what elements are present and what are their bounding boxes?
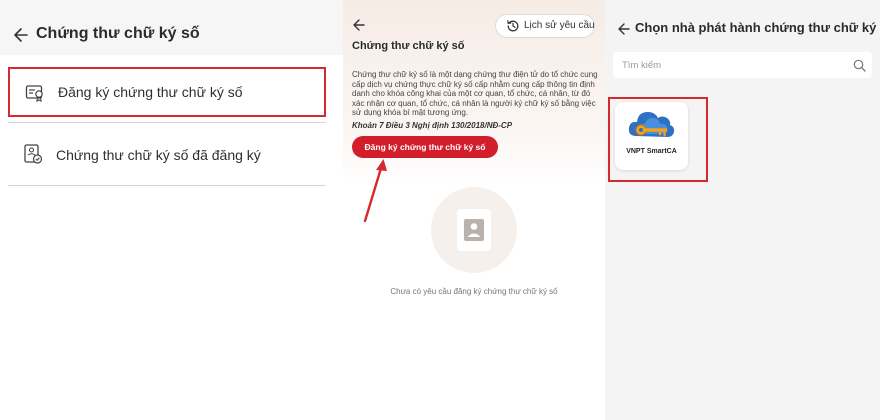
page-title: Chọn nhà phát hành chứng thư chữ ký số bbox=[635, 20, 880, 35]
request-history-label: Lịch sử yêu cầu bbox=[524, 20, 595, 31]
certificate-description: Chứng thư chữ ký số là một dạng chứng th… bbox=[352, 70, 598, 117]
register-certificate-item[interactable]: Đăng ký chứng thư chữ ký số bbox=[8, 67, 326, 117]
back-arrow-icon[interactable] bbox=[352, 17, 366, 33]
search-icon[interactable] bbox=[853, 59, 866, 72]
history-icon bbox=[507, 20, 519, 32]
empty-state-message: Chưa có yêu cầu đăng ký chứng thư chữ ký… bbox=[390, 287, 558, 296]
certificate-icon bbox=[25, 85, 43, 102]
divider bbox=[8, 185, 326, 186]
page-title: Chứng thư chữ ký số bbox=[36, 25, 200, 42]
document-placeholder-icon bbox=[457, 209, 491, 251]
select-provider-screen: Chọn nhà phát hành chứng thư chữ ký số V… bbox=[605, 0, 880, 420]
header: Chứng thư chữ ký số bbox=[0, 0, 343, 55]
registered-certificates-label: Chứng thư chữ ký số đã đăng ký bbox=[56, 147, 261, 163]
register-certificate-label: Đăng ký chứng thư chữ ký số bbox=[58, 84, 243, 100]
back-arrow-icon[interactable] bbox=[617, 21, 631, 37]
provider-name: VNPT SmartCA bbox=[626, 148, 677, 155]
empty-state-illustration bbox=[431, 187, 517, 273]
certificate-info-screen: Lịch sử yêu cầu Chứng thư chữ ký số Chứn… bbox=[343, 0, 605, 420]
back-arrow-icon[interactable] bbox=[13, 25, 29, 45]
registered-certificates-item[interactable]: Chứng thư chữ ký số đã đăng ký bbox=[8, 130, 326, 180]
pointer-arrow-icon bbox=[363, 159, 387, 223]
certificate-menu-screen: Chứng thư chữ ký số Đăng ký chứng thư ch… bbox=[0, 0, 343, 420]
vnpt-smartca-logo bbox=[628, 112, 675, 137]
provider-card-vnpt-smartca[interactable]: VNPT SmartCA bbox=[615, 102, 688, 170]
legal-reference: Khoản 7 Điều 3 Nghị định 130/2018/NĐ-CP bbox=[352, 121, 513, 130]
search-input[interactable] bbox=[613, 52, 872, 78]
divider bbox=[8, 122, 326, 123]
section-title: Chứng thư chữ ký số bbox=[352, 40, 465, 52]
verified-document-icon bbox=[24, 144, 43, 164]
request-history-button[interactable]: Lịch sử yêu cầu bbox=[495, 14, 595, 38]
